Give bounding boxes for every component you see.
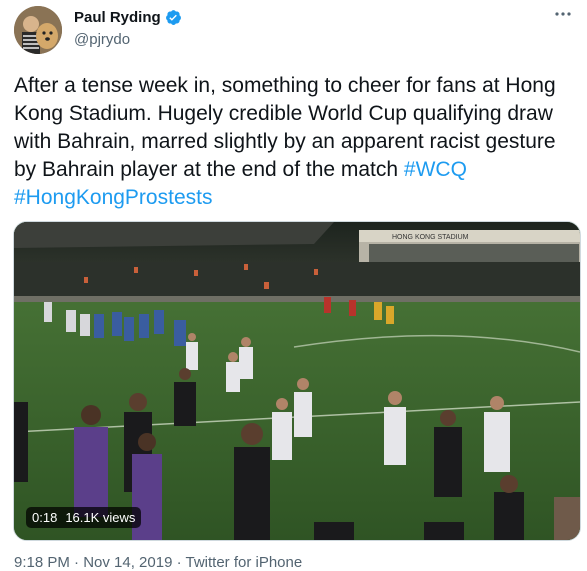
tweet-card: Paul Ryding @pjrydo After a tense week i… [0,0,587,571]
avatar-image [14,6,62,54]
video-player[interactable]: HONG KONG STADIUM 0:18 16.1K views [13,221,581,541]
video-duration: 0:18 [32,510,58,525]
tweet-body: After a tense week in, something to chee… [14,74,556,181]
video-stats-badge: 0:18 16.1K views [26,507,142,528]
hashtag-link[interactable]: #WCQ [404,158,467,181]
avatar[interactable] [14,6,62,54]
tweet-meta[interactable]: 9:18 PM · Nov 14, 2019 · Twitter for iPh… [14,554,302,571]
author-name-row: Paul Ryding [74,9,182,26]
more-options-icon[interactable] [553,4,573,24]
tweet-text: After a tense week in, something to chee… [14,72,574,212]
hashtag-link[interactable]: #HongKongProstests [14,186,212,209]
video-view-count: 16.1K views [65,510,136,525]
display-name[interactable]: Paul Ryding [74,9,161,26]
stadium-sign: HONG KONG STADIUM [392,234,469,241]
verified-badge-icon [165,9,182,26]
video-frame: HONG KONG STADIUM [14,222,580,540]
author-handle[interactable]: @pjrydo [74,31,130,48]
